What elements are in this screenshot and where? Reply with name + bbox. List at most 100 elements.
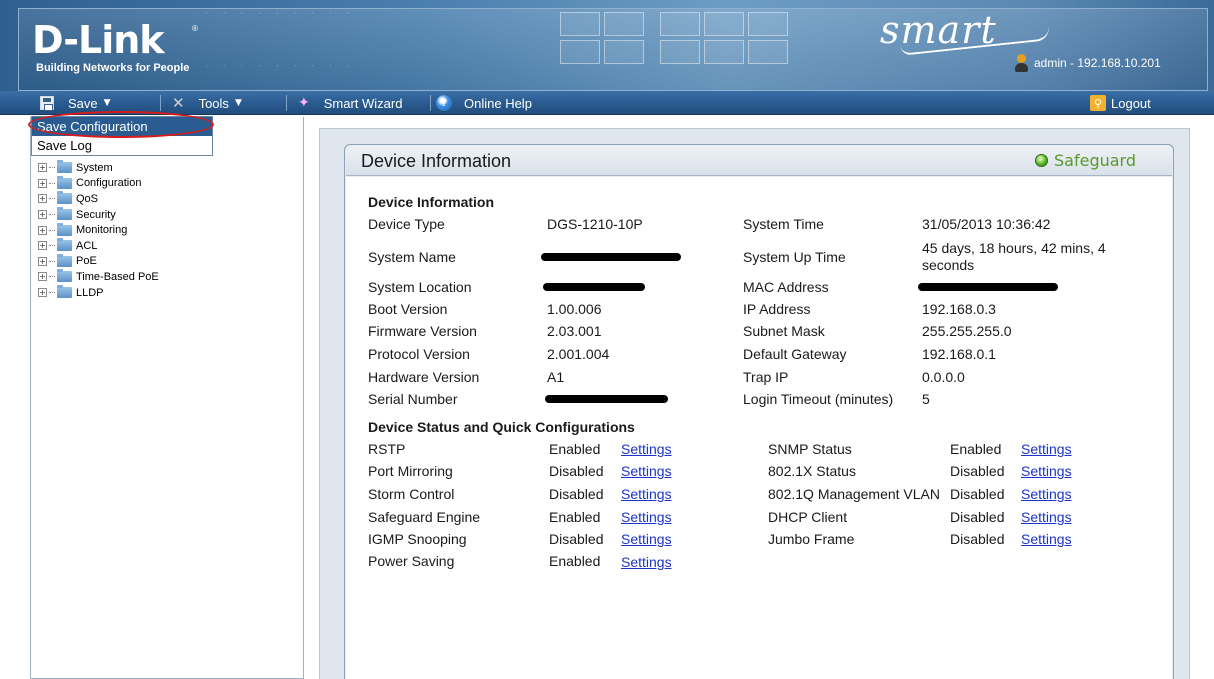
banner-decoration: · · · · · · · · · xyxy=(205,9,356,19)
tree-connector xyxy=(49,292,55,294)
expand-icon[interactable]: + xyxy=(38,288,47,298)
tree-item-label: Monitoring xyxy=(76,224,128,237)
info-value: 1.00.006 xyxy=(547,301,602,317)
storm-control-settings-link[interactable]: Settings xyxy=(621,486,672,503)
port-decoration xyxy=(604,12,644,36)
online-help-menu[interactable]: ? Online Help xyxy=(436,91,532,115)
status-value: Disabled xyxy=(549,463,604,479)
status-label: SNMP Status xyxy=(768,441,852,457)
tree-item-label: QoS xyxy=(76,192,99,205)
info-label: Trap IP xyxy=(743,369,789,385)
smart-wizard-menu[interactable]: ✦ Smart Wizard xyxy=(298,91,402,115)
info-label: Protocol Version xyxy=(368,346,470,362)
user-icon xyxy=(1014,54,1028,72)
info-label: Subnet Mask xyxy=(743,323,825,339)
safeguard-engine-settings-link[interactable]: Settings xyxy=(621,509,672,526)
tree-item-monitoring[interactable]: + Monitoring xyxy=(38,222,159,238)
user-info-text: admin - 192.168.10.201 xyxy=(1034,56,1161,70)
tree-item-acl[interactable]: + ACL xyxy=(38,238,159,254)
dlink-logo: D-Link ® Building Networks for People xyxy=(30,20,202,78)
info-label: System Name xyxy=(368,249,456,265)
expand-icon[interactable]: + xyxy=(38,225,47,235)
tree-connector xyxy=(49,229,55,231)
status-value: Disabled xyxy=(950,531,1005,547)
status-value: Disabled xyxy=(950,463,1005,479)
port-decoration xyxy=(560,40,600,64)
snmp-settings-link[interactable]: Settings xyxy=(1021,441,1072,458)
folder-icon xyxy=(57,191,72,205)
status-label: Power Saving xyxy=(368,553,455,569)
management-vlan-settings-link[interactable]: Settings xyxy=(1021,486,1072,503)
jumbo-frame-settings-link[interactable]: Settings xyxy=(1021,531,1072,548)
status-label: Storm Control xyxy=(368,486,455,502)
tree-item-qos[interactable]: + QoS xyxy=(38,191,159,207)
tree-item-configuration[interactable]: + Configuration xyxy=(38,175,159,192)
magic-wand-icon: ✦ xyxy=(298,95,310,111)
port-mirroring-settings-link[interactable]: Settings xyxy=(621,463,672,480)
info-label: Serial Number xyxy=(368,391,458,407)
tree-item-label: Security xyxy=(76,208,116,221)
section-title-device-information: Device Information xyxy=(368,194,495,210)
info-value: 31/05/2013 10:36:42 xyxy=(922,216,1051,232)
tree-item-label: System xyxy=(76,161,113,174)
dot1x-settings-link[interactable]: Settings xyxy=(1021,463,1072,480)
tree-connector xyxy=(49,182,55,184)
folder-icon xyxy=(57,160,72,174)
info-label: Device Type xyxy=(368,216,445,232)
save-log-menu-item[interactable]: Save Log xyxy=(32,136,212,155)
status-label: DHCP Client xyxy=(768,509,848,525)
tree-item-system[interactable]: + System xyxy=(38,160,159,176)
tools-menu[interactable]: ✕ Tools ▼ xyxy=(172,91,242,115)
expand-icon[interactable]: + xyxy=(38,178,47,188)
smart-wizard-label: Smart Wizard xyxy=(323,95,403,111)
expand-icon[interactable]: + xyxy=(38,272,47,282)
panel-title: Device Information xyxy=(361,151,512,171)
tree-item-lldp[interactable]: + LLDP xyxy=(38,285,159,301)
status-label: Jumbo Frame xyxy=(768,531,855,547)
info-value: 192.168.0.1 xyxy=(922,346,996,362)
tree-connector xyxy=(49,214,55,216)
port-decoration xyxy=(660,40,700,64)
status-label: IGMP Snooping xyxy=(368,531,467,547)
status-value: Disabled xyxy=(549,486,604,502)
info-value: 0.0.0.0 xyxy=(922,369,965,385)
logout-button[interactable]: ⚲ Logout xyxy=(1090,93,1151,113)
tree-connector xyxy=(49,245,55,247)
folder-icon xyxy=(57,222,72,236)
folder-icon xyxy=(57,238,72,252)
dhcp-client-settings-link[interactable]: Settings xyxy=(1021,509,1072,526)
info-label: System Time xyxy=(743,216,824,232)
tree-item-poe[interactable]: + PoE xyxy=(38,253,159,270)
info-value: 192.168.0.3 xyxy=(922,301,996,317)
redacted-value xyxy=(918,283,1058,291)
status-value: Enabled xyxy=(549,441,601,457)
info-label: MAC Address xyxy=(743,279,829,295)
tree-item-time-based-poe[interactable]: + Time-Based PoE xyxy=(38,269,159,285)
expand-icon[interactable]: + xyxy=(38,241,47,251)
redacted-value xyxy=(545,395,668,403)
chevron-down-icon: ▼ xyxy=(234,98,242,108)
status-value: Enabled xyxy=(950,441,1002,457)
expand-icon[interactable]: + xyxy=(38,194,47,204)
status-label: Safeguard Engine xyxy=(368,509,481,525)
tree-item-label: ACL xyxy=(76,239,98,252)
info-label: IP Address xyxy=(743,301,811,317)
section-title-device-status: Device Status and Quick Configurations xyxy=(368,419,635,435)
info-label: Login Timeout (minutes) xyxy=(743,391,894,407)
info-value: 2.03.001 xyxy=(547,323,602,339)
igmp-snooping-settings-link[interactable]: Settings xyxy=(621,531,672,548)
save-menu-label: Save xyxy=(68,95,98,111)
banner-decoration: · · · · · · · · · xyxy=(205,62,356,72)
safeguard-indicator[interactable]: Safeguard xyxy=(1035,151,1136,170)
rstp-settings-link[interactable]: Settings xyxy=(621,441,672,458)
info-value: 45 days, 18 hours, 42 mins, 4 xyxy=(922,240,1106,256)
expand-icon[interactable]: + xyxy=(38,256,47,266)
logo-tagline: Building Networks for People xyxy=(36,62,190,74)
info-label: System Location xyxy=(368,279,472,295)
tree-item-security[interactable]: + Security xyxy=(38,207,159,223)
power-saving-settings-link[interactable]: Settings xyxy=(621,554,672,571)
status-value: Disabled xyxy=(950,509,1005,525)
expand-icon[interactable]: + xyxy=(38,163,47,173)
status-value: Disabled xyxy=(549,531,604,547)
expand-icon[interactable]: + xyxy=(38,210,47,220)
